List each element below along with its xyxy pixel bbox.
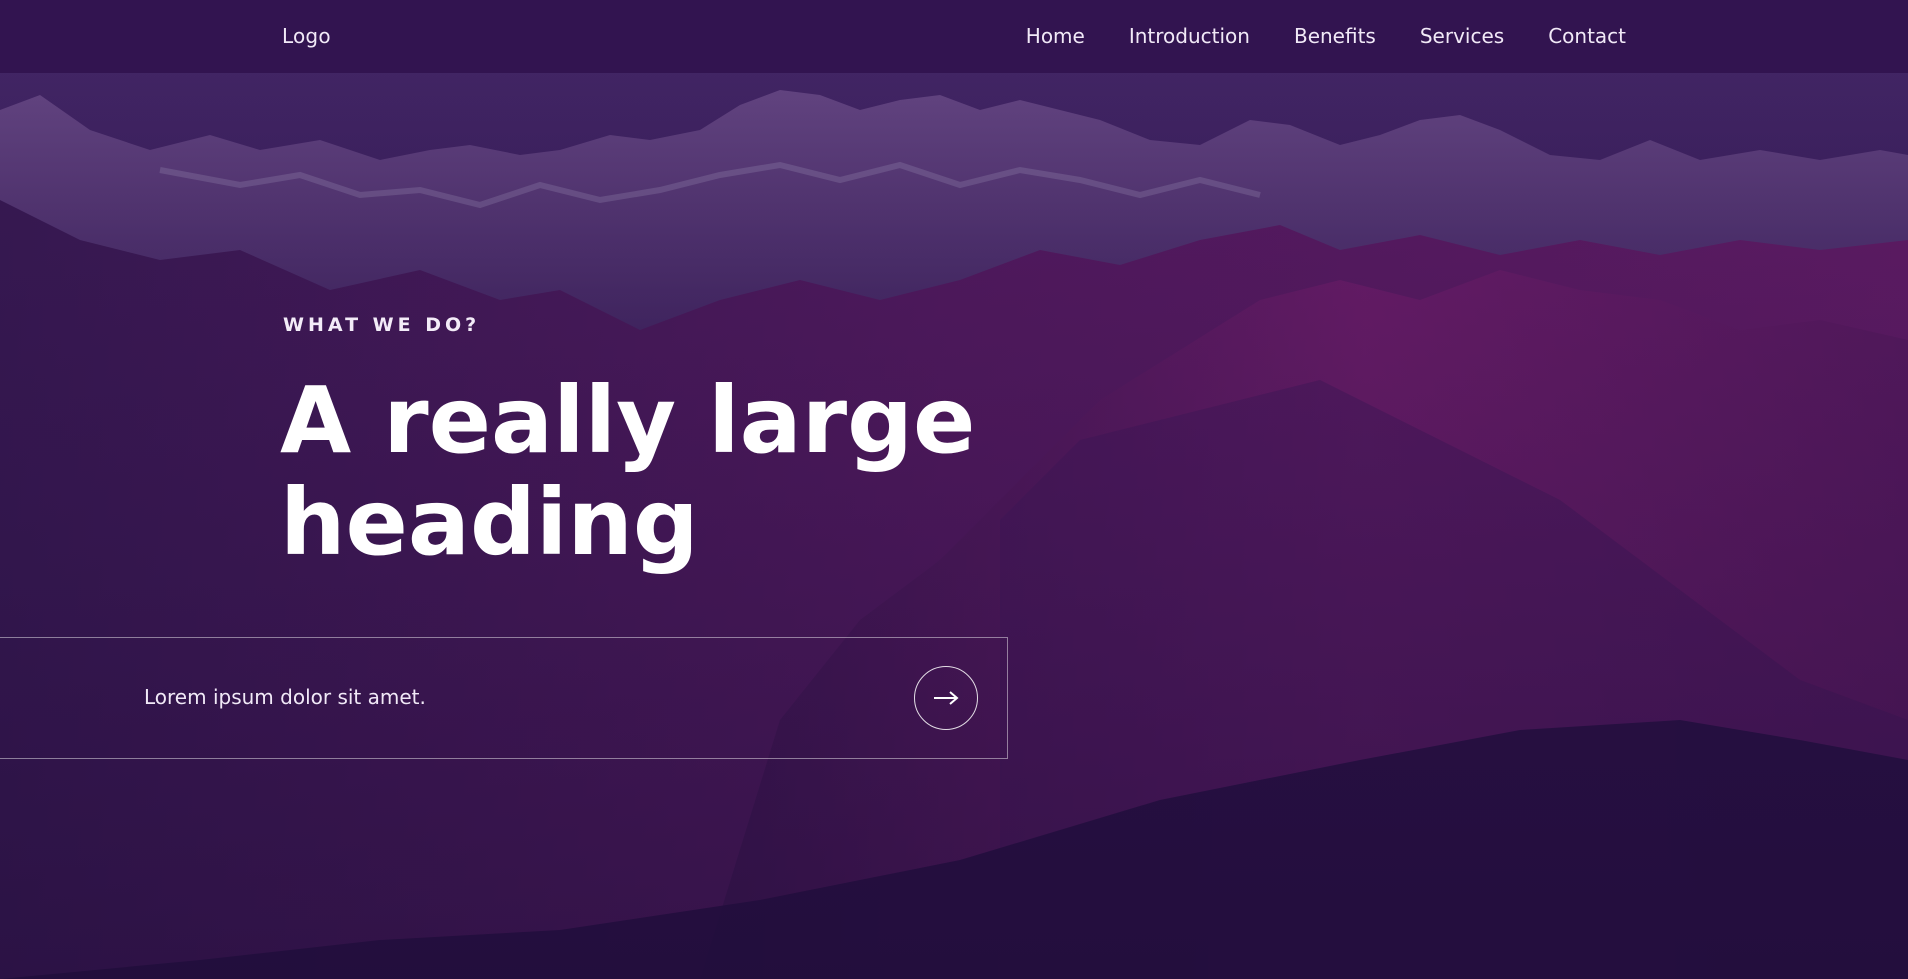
landing-page: Logo Home Introduction Benefits Services…: [0, 0, 1908, 979]
nav-link-contact[interactable]: Contact: [1548, 24, 1626, 48]
cta-text: Lorem ipsum dolor sit amet.: [144, 685, 426, 709]
nav-link-introduction[interactable]: Introduction: [1129, 24, 1250, 48]
logo-link[interactable]: Logo: [282, 24, 331, 48]
cta-arrow-button[interactable]: [914, 666, 978, 730]
nav-link-services[interactable]: Services: [1420, 24, 1504, 48]
nav-link-benefits[interactable]: Benefits: [1294, 24, 1376, 48]
hero-heading: A really large heading: [280, 367, 976, 576]
cta-box: Lorem ipsum dolor sit amet.: [0, 637, 1008, 759]
hero-eyebrow: WHAT WE DO?: [283, 314, 481, 336]
nav-link-home[interactable]: Home: [1026, 24, 1085, 48]
top-navbar: Logo Home Introduction Benefits Services…: [0, 0, 1908, 73]
arrow-right-icon: [934, 691, 959, 705]
nav-links: Home Introduction Benefits Services Cont…: [1026, 24, 1626, 48]
